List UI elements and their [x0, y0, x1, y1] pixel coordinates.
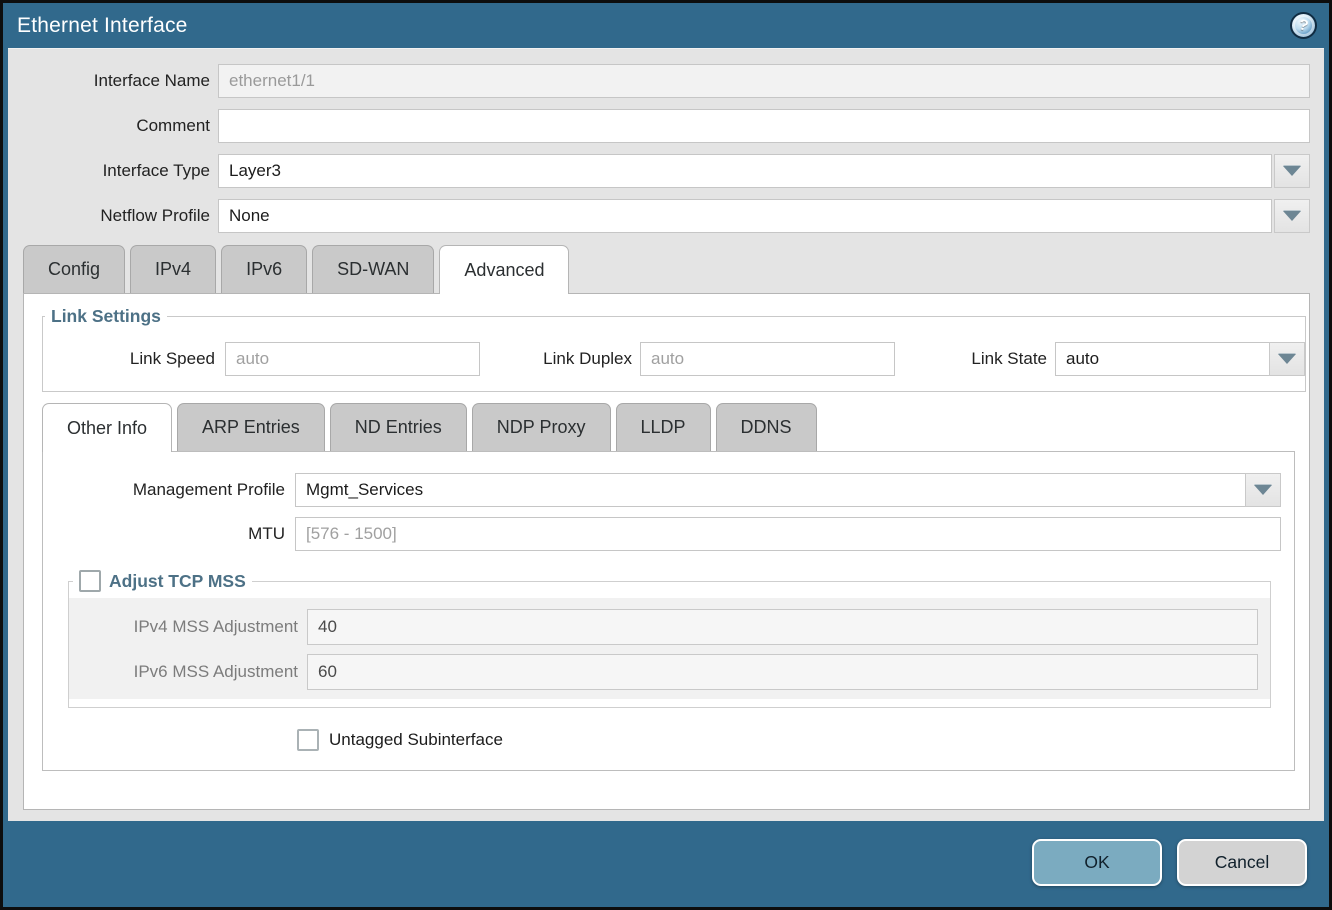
mtu-field[interactable]: [295, 517, 1281, 551]
comment-row: Comment: [8, 109, 1324, 143]
management-profile-field[interactable]: [295, 473, 1245, 507]
management-profile-dropdown-button[interactable]: [1245, 473, 1281, 507]
other-info-panel: Management Profile MTU Adjust: [42, 451, 1295, 771]
link-state-combo: [1055, 342, 1305, 376]
ipv6-mss-field: [307, 654, 1258, 690]
ipv4-mss-field: [307, 609, 1258, 645]
netflow-profile-row: Netflow Profile: [8, 199, 1324, 233]
help-icon[interactable]: ?: [1290, 12, 1317, 39]
main-tabstrip: Config IPv4 IPv6 SD-WAN Advanced: [8, 245, 1324, 293]
ipv6-mss-row: IPv6 MSS Adjustment: [69, 654, 1258, 690]
dialog-content: Interface Name Comment Interface Type Ne…: [8, 48, 1324, 821]
link-state-dropdown-button[interactable]: [1269, 342, 1305, 376]
interface-type-field[interactable]: [218, 154, 1272, 188]
footer-bar: OK Cancel: [3, 821, 1329, 907]
tab-config[interactable]: Config: [23, 245, 125, 293]
tab-sdwan[interactable]: SD-WAN: [312, 245, 434, 293]
ipv4-mss-label: IPv4 MSS Adjustment: [69, 617, 298, 637]
tab-nd-entries[interactable]: ND Entries: [330, 403, 467, 451]
inner-tabstrip: Other Info ARP Entries ND Entries NDP Pr…: [42, 403, 1296, 451]
adjust-tcp-mss-legend: Adjust TCP MSS: [73, 570, 252, 592]
untagged-subinterface-row: Untagged Subinterface: [297, 729, 1281, 751]
interface-type-label: Interface Type: [22, 161, 210, 181]
cancel-button[interactable]: Cancel: [1177, 839, 1307, 886]
management-profile-row: Management Profile: [43, 473, 1281, 507]
tab-ipv4[interactable]: IPv4: [130, 245, 216, 293]
adjust-tcp-mss-checkbox[interactable]: [79, 570, 101, 592]
untagged-subinterface-label: Untagged Subinterface: [329, 730, 503, 750]
advanced-tab-panel: Link Settings Link Speed Link Duplex Lin…: [23, 293, 1310, 810]
link-settings-row: Link Speed Link Duplex Link State: [43, 333, 1305, 376]
untagged-subinterface-checkbox[interactable]: [297, 729, 319, 751]
title-bar: Ethernet Interface ?: [3, 3, 1329, 48]
ok-button[interactable]: OK: [1032, 839, 1162, 886]
ethernet-interface-dialog: Ethernet Interface ? Interface Name Comm…: [0, 0, 1332, 910]
chevron-down-icon: [1283, 211, 1301, 221]
management-profile-label: Management Profile: [43, 480, 285, 500]
adjust-tcp-mss-fieldset: Adjust TCP MSS IPv4 MSS Adjustment IPv6 …: [68, 570, 1271, 708]
tab-ddns[interactable]: DDNS: [716, 403, 817, 451]
link-speed-field[interactable]: [225, 342, 480, 376]
interface-name-row: Interface Name: [8, 64, 1324, 98]
management-profile-combo: [295, 473, 1281, 507]
link-state-field[interactable]: [1055, 342, 1269, 376]
link-duplex-label: Link Duplex: [522, 349, 632, 369]
tab-ndp-proxy[interactable]: NDP Proxy: [472, 403, 611, 451]
tab-arp-entries[interactable]: ARP Entries: [177, 403, 325, 451]
tab-advanced[interactable]: Advanced: [439, 245, 569, 294]
tab-other-info[interactable]: Other Info: [42, 403, 172, 452]
link-speed-label: Link Speed: [43, 349, 215, 369]
link-settings-fieldset: Link Settings Link Speed Link Duplex Lin…: [42, 306, 1306, 392]
mtu-row: MTU: [43, 517, 1281, 551]
adjust-tcp-mss-label: Adjust TCP MSS: [109, 571, 246, 592]
netflow-profile-dropdown-button[interactable]: [1274, 199, 1310, 233]
dialog-title: Ethernet Interface: [17, 14, 1290, 38]
netflow-profile-field[interactable]: [218, 199, 1272, 233]
comment-field[interactable]: [218, 109, 1310, 143]
chevron-down-icon: [1278, 354, 1296, 364]
netflow-profile-label: Netflow Profile: [22, 206, 210, 226]
link-duplex-field[interactable]: [640, 342, 895, 376]
mss-disabled-section: IPv4 MSS Adjustment IPv6 MSS Adjustment: [69, 598, 1270, 699]
ipv6-mss-label: IPv6 MSS Adjustment: [69, 662, 298, 682]
link-state-label: Link State: [955, 349, 1047, 369]
interface-name-label: Interface Name: [22, 71, 210, 91]
interface-name-field: [218, 64, 1310, 98]
interface-type-dropdown-button[interactable]: [1274, 154, 1310, 188]
chevron-down-icon: [1254, 485, 1272, 495]
mtu-label: MTU: [43, 524, 285, 544]
comment-label: Comment: [22, 116, 210, 136]
tab-lldp[interactable]: LLDP: [616, 403, 711, 451]
link-settings-legend: Link Settings: [45, 306, 167, 327]
ipv4-mss-row: IPv4 MSS Adjustment: [69, 609, 1258, 645]
chevron-down-icon: [1283, 166, 1301, 176]
interface-type-row: Interface Type: [8, 154, 1324, 188]
tab-ipv6[interactable]: IPv6: [221, 245, 307, 293]
